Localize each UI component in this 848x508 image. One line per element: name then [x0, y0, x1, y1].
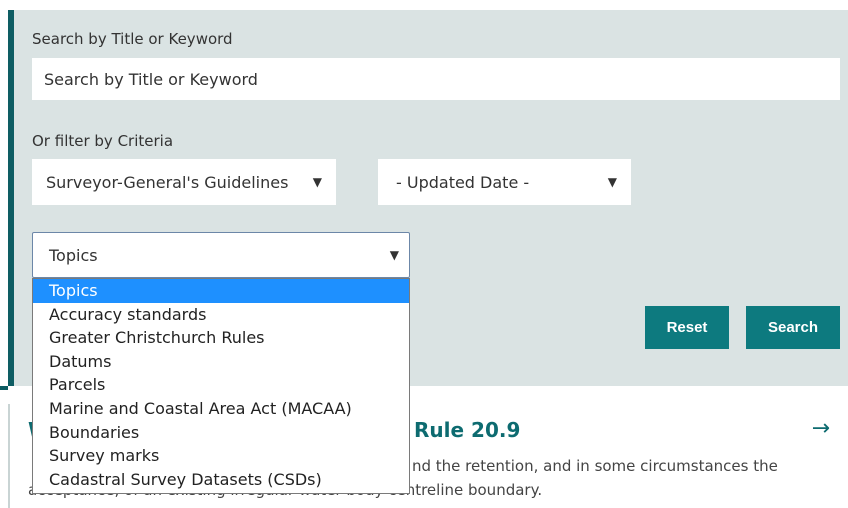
dropdown-option[interactable]: Cadastral Survey Datasets (CSDs): [33, 468, 409, 492]
topics-select[interactable]: Topics ▼: [32, 232, 410, 278]
category-select-value: Surveyor-General's Guidelines: [46, 172, 289, 192]
dropdown-option[interactable]: Survey marks: [33, 444, 409, 468]
dropdown-option[interactable]: Datums: [33, 350, 409, 374]
search-button[interactable]: Search: [746, 306, 840, 349]
arrow-right-icon[interactable]: →: [812, 416, 830, 441]
chevron-down-icon: ▼: [389, 248, 399, 262]
updated-date-select[interactable]: - Updated Date - ▼: [378, 159, 631, 205]
dropdown-option[interactable]: Parcels: [33, 373, 409, 397]
category-select[interactable]: Surveyor-General's Guidelines ▼: [32, 159, 336, 205]
reset-button[interactable]: Reset: [645, 306, 729, 349]
dropdown-option[interactable]: Marine and Coastal Area Act (MACAA): [33, 397, 409, 421]
topics-dropdown-list: Topics Accuracy standards Greater Christch…: [32, 278, 410, 494]
filter-label: Or filter by Criteria: [32, 132, 174, 150]
updated-date-select-value: - Updated Date -: [396, 172, 530, 192]
dropdown-option[interactable]: Topics: [33, 279, 409, 303]
dropdown-option[interactable]: Greater Christchurch Rules: [33, 326, 409, 350]
chevron-down-icon: ▼: [312, 175, 322, 189]
dropdown-option[interactable]: Boundaries: [33, 421, 409, 445]
search-label: Search by Title or Keyword: [32, 30, 233, 48]
result-title[interactable]: Rule 20.9: [414, 418, 520, 442]
search-input[interactable]: [32, 58, 840, 100]
dropdown-option[interactable]: Accuracy standards: [33, 303, 409, 327]
topics-select-value: Topics: [49, 245, 98, 265]
panel-edge: [0, 386, 8, 390]
chevron-down-icon: ▼: [607, 175, 617, 189]
